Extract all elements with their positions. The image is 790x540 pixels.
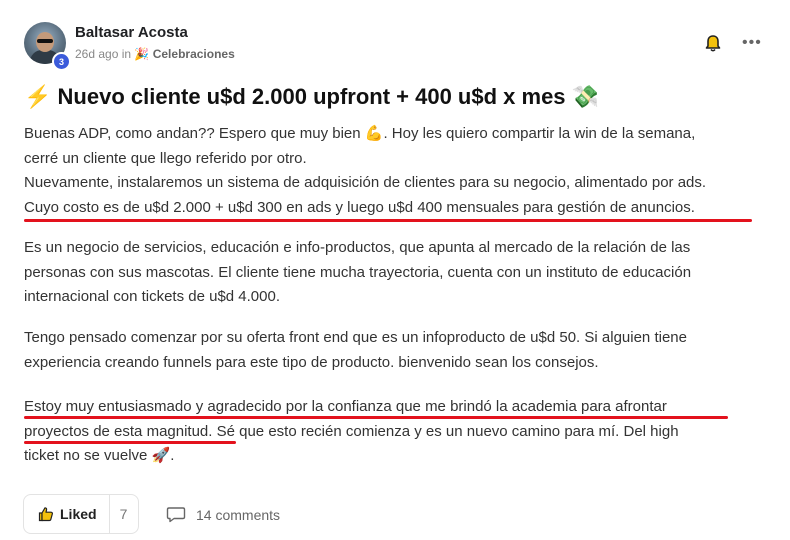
like-label: Liked [60, 506, 97, 522]
comment-icon [166, 507, 186, 523]
paragraph-line: Tengo pensado comenzar por su oferta fro… [24, 329, 687, 346]
paragraph-line: personas con sus mascotas. El cliente ti… [24, 263, 692, 281]
paragraph-line: Buenas ADP, como andan?? Espero que muy … [24, 125, 696, 142]
post-meta: 26d ago in 🎉 Celebraciones [75, 47, 235, 61]
paragraph-4: Estoy muy entusiasmado y agradecido por … [24, 395, 774, 469]
like-count[interactable]: 7 [120, 506, 128, 522]
author-name[interactable]: Baltasar Acosta [75, 24, 188, 41]
bell-icon[interactable] [703, 34, 723, 54]
thumbs-up-icon [38, 507, 53, 522]
paragraph-line: Cuyo costo es de u$d 2.000 + u$d 300 en … [24, 198, 695, 216]
lightning-emoji: ⚡ [24, 84, 52, 109]
paragraph-line: cerré un cliente que llego referido por … [24, 149, 307, 167]
paragraph-line: internacional con tickets de u$d 4.000. [24, 288, 281, 305]
more-icon[interactable]: ••• [742, 34, 762, 52]
paragraph-line: ticket no se vuelve 🚀. [24, 447, 175, 464]
paragraph-line: Nuevamente, instalaremos un sistema de a… [24, 174, 707, 191]
comments-count: 14 comments [196, 507, 281, 523]
paragraph-line: Es un negocio de servicios, educación e … [24, 239, 691, 256]
comments-link[interactable]: 14 comments [166, 506, 280, 524]
highlight-underline [24, 441, 236, 444]
category-emoji: 🎉 [134, 47, 150, 61]
paragraph-2: Es un negocio de servicios, educación e … [24, 236, 774, 310]
post-title: ⚡ Nuevo cliente u$d 2.000 upfront + 400 … [24, 84, 599, 110]
highlight-underline [24, 416, 728, 419]
in-word: in [121, 47, 132, 61]
money-emoji: 💸 [571, 84, 600, 109]
paragraph-1: Buenas ADP, como andan?? Espero que muy … [24, 122, 774, 220]
post-title-text: Nuevo cliente u$d 2.000 upfront + 400 u$… [57, 84, 566, 109]
paragraph-line: experiencia creando funnels para este ti… [24, 353, 599, 371]
paragraph-3: Tengo pensado comenzar por su oferta fro… [24, 326, 774, 375]
highlight-underline [24, 219, 752, 222]
level-badge: 3 [52, 52, 71, 71]
like-button[interactable]: Liked 7 [23, 494, 139, 534]
category-link[interactable]: Celebraciones [153, 47, 235, 61]
time-ago: 26d ago [75, 47, 119, 61]
like-divider [108, 494, 110, 534]
